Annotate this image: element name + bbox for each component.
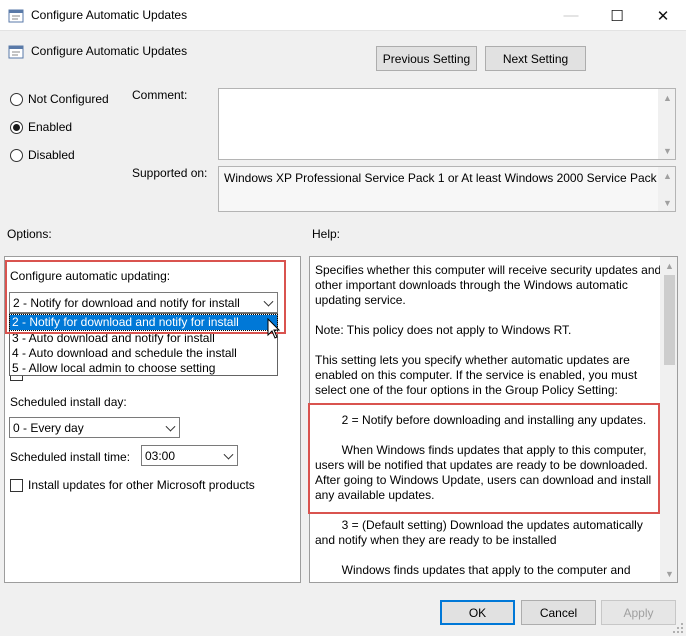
maximize-icon: ☐ [610,7,624,25]
scroll-down-icon[interactable]: ▼ [659,194,676,211]
radio-not-configured[interactable]: Not Configured [10,92,109,106]
radio-label: Not Configured [28,92,109,106]
radio-circle[interactable] [10,92,23,106]
other-products-checkbox[interactable] [10,478,23,492]
close-icon: ✕ [656,7,670,25]
scroll-thumb[interactable] [664,275,675,365]
install-time-label: Scheduled install time: [10,450,131,464]
options-highlight-box [5,260,286,334]
comment-field[interactable]: ▲ ▼ [218,88,676,160]
policy-app-icon [8,9,24,23]
scroll-up-icon[interactable]: ▲ [659,167,676,184]
help-scrollbar[interactable]: ▲ ▼ [660,257,677,582]
policy-name: Configure Automatic Updates [31,44,188,58]
help-line: Specifies whether this computer will rec… [315,263,660,277]
close-button[interactable]: ✕ [640,0,686,31]
radio-circle[interactable] [10,148,23,162]
title-bar: Configure Automatic Updates — ☐ ✕ [0,0,686,31]
help-line: updating service. [315,293,406,307]
help-highlight-box [308,403,660,514]
help-line: 3 = (Default setting) Download the updat… [315,518,643,532]
supported-on-value: Windows XP Professional Service Pack 1 o… [224,171,667,185]
minimize-icon: — [563,7,579,24]
next-setting-button[interactable]: Next Setting [485,46,586,71]
scroll-down-icon[interactable]: ▼ [659,142,676,159]
supported-scrollbar[interactable]: ▲ ▼ [658,167,675,211]
help-line: and notify when they are ready to be ins… [315,533,557,547]
supported-on-label: Supported on: [132,166,208,180]
scroll-up-icon[interactable]: ▲ [661,257,677,274]
scroll-down-icon[interactable]: ▼ [661,565,677,582]
previous-setting-button[interactable]: Previous Setting [376,46,477,71]
supported-on-field: Windows XP Professional Service Pack 1 o… [218,166,676,212]
help-line: select one of the four options in the Gr… [315,383,618,397]
comment-scrollbar[interactable]: ▲ ▼ [658,89,675,159]
help-line: other important downloads through the Wi… [315,278,628,292]
help-heading: Help: [312,227,341,241]
radio-disabled[interactable]: Disabled [10,148,75,162]
other-products-option[interactable]: Install updates for other Microsoft prod… [10,478,255,492]
options-heading: Options: [7,227,52,241]
apply-button[interactable]: Apply [601,600,676,625]
radio-circle[interactable] [10,120,23,134]
dropdown-option[interactable]: 5 - Allow local admin to choose setting [10,361,277,376]
comment-label: Comment: [132,88,188,102]
help-line: Windows finds updates that apply to the … [315,563,631,577]
dropdown-option[interactable]: 4 - Auto download and schedule the insta… [10,346,277,361]
maximize-button[interactable]: ☐ [594,0,640,31]
help-line: enabled on this computer. If the service… [315,368,638,382]
window-title: Configure Automatic Updates [31,8,188,22]
mouse-cursor-icon [267,318,281,339]
chevron-down-icon [165,421,176,432]
combo-value: 0 - Every day [13,420,84,435]
policy-setting-icon [8,45,24,59]
install-day-combo[interactable]: 0 - Every day [9,417,180,438]
resize-grip-icon[interactable] [672,622,684,634]
install-day-label: Scheduled install day: [10,395,127,409]
radio-label: Enabled [28,120,73,134]
radio-enabled[interactable]: Enabled [10,120,72,134]
chevron-down-icon [223,449,234,460]
scroll-up-icon[interactable]: ▲ [659,89,676,106]
checkbox-label: Install updates for other Microsoft prod… [28,478,255,492]
cancel-button[interactable]: Cancel [521,600,596,625]
help-line: Note: This policy does not apply to Wind… [315,323,572,337]
install-time-combo[interactable]: 03:00 [141,445,238,466]
minimize-button[interactable]: — [548,0,594,31]
combo-value: 03:00 [145,448,176,463]
ok-button[interactable]: OK [440,600,515,625]
help-line: This setting lets you specify whether au… [315,353,630,367]
radio-label: Disabled [28,148,75,162]
